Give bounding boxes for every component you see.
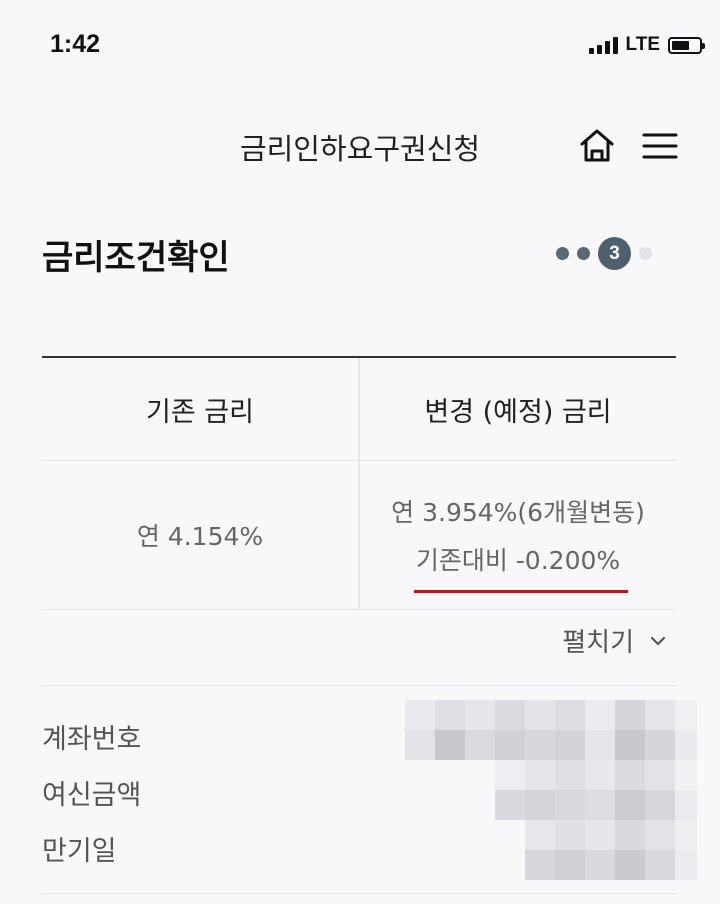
step-dot-complete: [577, 247, 590, 260]
masked-detail-values: [405, 700, 697, 880]
signal-strength-icon: [588, 36, 618, 54]
step-dot-pending: [639, 247, 652, 260]
status-time: 1:42: [50, 30, 101, 58]
step-indicator: 3: [556, 237, 652, 270]
current-rate-heading: 기존 금리: [146, 396, 254, 428]
current-rate-value: 연 4.154%: [136, 522, 264, 551]
maturity-date-label: 만기일: [42, 835, 117, 867]
current-rate-header-cell: 기존 금리: [42, 358, 360, 460]
section-title: 금리조건확인: [42, 238, 230, 278]
menu-button[interactable]: [640, 126, 680, 166]
rate-difference-text: 기존대비 -0.200%: [415, 546, 621, 575]
changed-rate-value: 연 3.954%(6개월변동): [391, 498, 645, 527]
expand-row: 펼치기: [42, 610, 676, 686]
step-dot-complete: [556, 247, 569, 260]
account-number-label: 계좌번호: [42, 723, 142, 755]
rate-table-header: 기존 금리 변경 (예정) 금리: [42, 358, 676, 461]
changed-rate-value-cell: 연 3.954%(6개월변동) 기존대비 -0.200%: [360, 461, 676, 609]
home-icon: [580, 129, 614, 162]
rate-difference-highlight: [413, 590, 629, 593]
bottom-divider: [42, 893, 676, 894]
expand-button[interactable]: 펼치기: [562, 622, 668, 659]
chevron-down-icon: [650, 636, 666, 645]
interest-rate-comparison-table: 기존 금리 변경 (예정) 금리 연 4.154% 연 3.954%(6개월변동…: [42, 356, 676, 610]
rate-difference: 기존대비 -0.200%: [413, 541, 629, 593]
battery-icon: [668, 36, 705, 54]
hamburger-menu-icon: [642, 133, 678, 159]
rate-table-values: 연 4.154% 연 3.954%(6개월변동) 기존대비 -0.200%: [42, 461, 676, 610]
expand-label: 펼치기: [562, 628, 634, 658]
status-indicators: LTE: [588, 34, 705, 56]
network-type: LTE: [625, 34, 660, 55]
home-button[interactable]: [577, 126, 617, 166]
current-rate-value-cell: 연 4.154%: [42, 461, 360, 609]
loan-amount-label: 여신금액: [42, 779, 142, 811]
changed-rate-header-cell: 변경 (예정) 금리: [360, 358, 676, 460]
status-bar: 1:42 LTE: [0, 0, 720, 90]
current-step-badge: 3: [598, 237, 631, 270]
battery-fill: [672, 40, 690, 50]
changed-rate-heading: 변경 (예정) 금리: [424, 396, 612, 428]
app-header: 금리인하요구권신청: [0, 108, 720, 184]
